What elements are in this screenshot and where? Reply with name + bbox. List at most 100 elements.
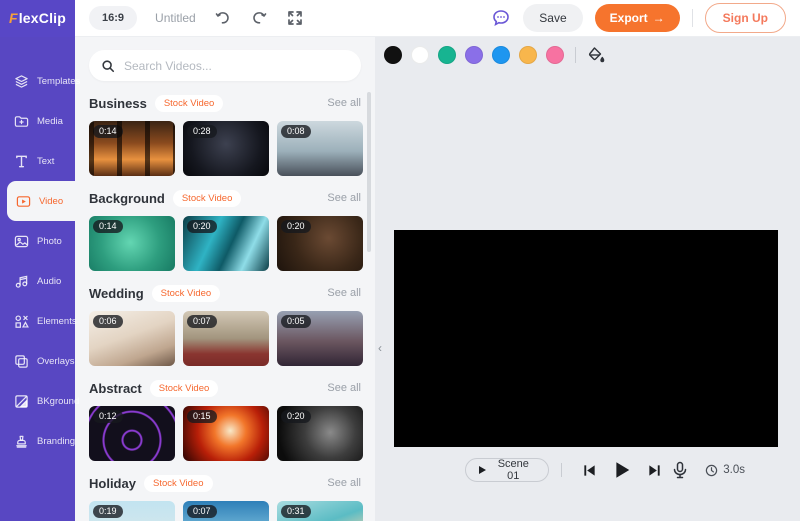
- sidebar-item-templates[interactable]: Templates: [0, 61, 75, 101]
- color-swatch-4[interactable]: [465, 46, 483, 64]
- video-thumbnail[interactable]: 0:31: [277, 501, 363, 521]
- video-thumbnail[interactable]: 0:05: [277, 311, 363, 366]
- thumbnail-row: 0:14 0:20 0:20: [89, 216, 361, 271]
- video-thumbnail[interactable]: 0:15: [183, 406, 269, 461]
- sidebar-item-audio[interactable]: Audio: [0, 261, 75, 301]
- see-all-link[interactable]: See all: [327, 287, 361, 299]
- clock-icon: [705, 464, 718, 477]
- see-all-link[interactable]: See all: [327, 192, 361, 204]
- flexclip-logo[interactable]: FlexClip: [0, 0, 75, 37]
- thumbnail-row: 0:19 0:07 0:31: [89, 501, 361, 521]
- stock-video-badge: Stock Video: [150, 380, 219, 397]
- video-thumbnail[interactable]: 0:12: [89, 406, 175, 461]
- stamp-icon: [13, 433, 29, 449]
- fullscreen-icon[interactable]: [286, 9, 304, 27]
- video-thumbnail[interactable]: 0:19: [89, 501, 175, 521]
- duration-badge: 0:15: [187, 410, 217, 423]
- microphone-icon[interactable]: [671, 461, 689, 479]
- logo-letter: F: [9, 10, 18, 26]
- flexclip-editor: FlexClip 16:9 Untitled Save Export→ Sign…: [0, 0, 800, 521]
- color-swatch-2[interactable]: [411, 46, 429, 64]
- video-thumbnail[interactable]: 0:20: [277, 216, 363, 271]
- sidebar-item-branding[interactable]: Branding: [0, 421, 75, 461]
- controls-right-group: 3.0s: [671, 461, 800, 479]
- scene-play-icon: [479, 466, 486, 474]
- sidebar-item-label: Video: [39, 196, 63, 207]
- clip-duration-control[interactable]: 3.0s: [705, 464, 745, 477]
- sidebar-item-bkground[interactable]: BKground: [0, 381, 75, 421]
- color-swatch-6[interactable]: [519, 46, 537, 64]
- see-all-link[interactable]: See all: [327, 97, 361, 109]
- scene-selector-button[interactable]: Scene 01: [465, 458, 549, 482]
- export-button[interactable]: Export→: [595, 4, 680, 32]
- sidebar-item-label: Branding: [37, 436, 75, 447]
- aspect-ratio-button[interactable]: 16:9: [89, 6, 137, 30]
- section-title: Background: [89, 191, 165, 206]
- left-sidebar: Templates Media Text Video Photo Audio E…: [0, 37, 75, 521]
- sidebar-item-text[interactable]: Text: [0, 141, 75, 181]
- panel-collapse-button[interactable]: ‹: [373, 335, 387, 361]
- clip-duration-value: 3.0s: [723, 464, 745, 476]
- color-swatch-5[interactable]: [492, 46, 510, 64]
- video-section: Abstract Stock Video See all 0:12 0:15 0…: [75, 378, 375, 461]
- text-icon: [13, 153, 29, 169]
- section-title: Holiday: [89, 476, 136, 491]
- skip-next-icon[interactable]: [645, 459, 666, 481]
- project-title[interactable]: Untitled: [155, 11, 196, 25]
- video-thumbnail[interactable]: 0:08: [277, 121, 363, 176]
- search-box[interactable]: [89, 50, 361, 81]
- panel-scrollbar[interactable]: [367, 92, 371, 252]
- video-thumbnail[interactable]: 0:07: [183, 501, 269, 521]
- stock-video-badge: Stock Video: [144, 475, 213, 492]
- sidebar-item-overlays[interactable]: Overlays: [0, 341, 75, 381]
- video-preview-canvas[interactable]: [394, 230, 778, 447]
- video-thumbnail[interactable]: 0:14: [89, 216, 175, 271]
- sidebar-item-label: Media: [37, 116, 63, 127]
- stock-video-badge: Stock Video: [173, 190, 242, 207]
- duration-badge: 0:31: [281, 505, 311, 518]
- color-swatch-7[interactable]: [546, 46, 564, 64]
- sign-up-button[interactable]: Sign Up: [705, 3, 786, 33]
- see-all-link[interactable]: See all: [327, 477, 361, 489]
- sidebar-item-video[interactable]: Video: [7, 181, 75, 221]
- section-header: Abstract Stock Video See all: [89, 378, 361, 398]
- sidebar-item-label: Elements: [37, 316, 77, 327]
- save-button[interactable]: Save: [523, 4, 582, 32]
- fill-color-bucket-icon[interactable]: [587, 46, 605, 64]
- color-swatch-1[interactable]: [384, 46, 402, 64]
- skip-previous-icon[interactable]: [580, 459, 601, 481]
- sidebar-item-photo[interactable]: Photo: [0, 221, 75, 261]
- search-input[interactable]: [124, 59, 349, 73]
- video-thumbnail[interactable]: 0:28: [183, 121, 269, 176]
- duration-badge: 0:07: [187, 505, 217, 518]
- playback-controls: Scene 01 3.0s: [375, 455, 800, 485]
- duration-badge: 0:05: [281, 315, 311, 328]
- arrow-right-icon: →: [653, 11, 665, 25]
- swatch-divider: [575, 47, 576, 63]
- sidebar-item-elements[interactable]: Elements: [0, 301, 75, 341]
- duration-badge: 0:08: [281, 125, 311, 138]
- video-thumbnail[interactable]: 0:06: [89, 311, 175, 366]
- section-header: Business Stock Video See all: [89, 93, 361, 113]
- color-swatch-3[interactable]: [438, 46, 456, 64]
- video-thumbnail[interactable]: 0:20: [183, 216, 269, 271]
- video-play-icon: [15, 193, 31, 209]
- thumbnail-row: 0:14 0:28 0:08: [89, 121, 361, 176]
- section-header: Holiday Stock Video See all: [89, 473, 361, 493]
- see-all-link[interactable]: See all: [327, 382, 361, 394]
- logo-text: lexClip: [19, 10, 66, 26]
- redo-icon[interactable]: [250, 9, 268, 27]
- undo-icon[interactable]: [214, 9, 232, 27]
- video-thumbnail[interactable]: 0:14: [89, 121, 175, 176]
- video-thumbnail[interactable]: 0:20: [277, 406, 363, 461]
- search-icon: [101, 59, 115, 73]
- feedback-chat-icon[interactable]: [491, 8, 511, 28]
- top-bar: FlexClip 16:9 Untitled Save Export→ Sign…: [0, 0, 800, 37]
- duration-badge: 0:07: [187, 315, 217, 328]
- overlap-squares-icon: [13, 353, 29, 369]
- video-thumbnail[interactable]: 0:07: [183, 311, 269, 366]
- video-section: Background Stock Video See all 0:14 0:20…: [75, 188, 375, 271]
- play-icon[interactable]: [612, 459, 633, 481]
- topbar-actions: Save Export→ Sign Up: [491, 3, 800, 33]
- sidebar-item-media[interactable]: Media: [0, 101, 75, 141]
